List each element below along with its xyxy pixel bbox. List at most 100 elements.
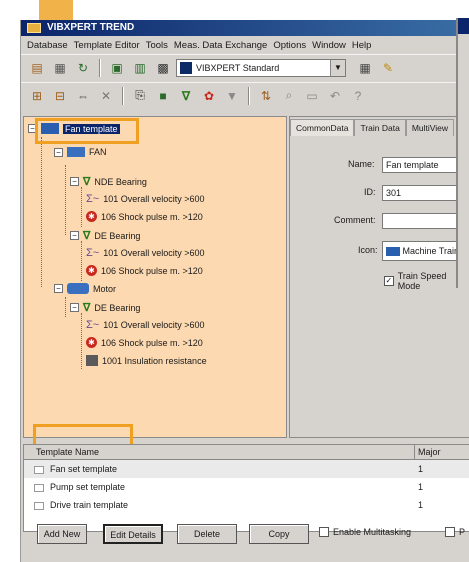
tab-commondata[interactable]: CommonData [290, 119, 355, 136]
highlight-tree-root [35, 118, 139, 144]
collapse-icon[interactable]: − [70, 231, 79, 240]
list-item-name: Drive train template [50, 500, 129, 510]
collapse-icon[interactable]: − [54, 147, 63, 157]
name-label: Name: [348, 159, 375, 169]
menu-help[interactable]: Help [352, 40, 372, 51]
collapse-icon[interactable]: − [70, 303, 79, 312]
bearing-icon: ∇ [83, 230, 91, 242]
tree-node-label: 106 Shock pulse m. >120 [101, 265, 203, 276]
list-item-name: Pump set template [50, 482, 126, 492]
sort-icon[interactable]: ⇅ [256, 86, 276, 106]
move-icon[interactable]: ⇔ [73, 86, 93, 106]
template-file-icon [34, 501, 44, 510]
filter-grey-icon[interactable]: ▼ [222, 86, 242, 106]
shock-pulse-icon: ✱ [86, 337, 97, 348]
main-toolbar: ▤ ▦ ↻ ▣ ▥ ▩ VIBXPERT Standard ▼ ▦ ✎ [21, 54, 469, 80]
bearing-icon: ∇ [83, 176, 91, 188]
secondary-window [456, 18, 469, 288]
delete-icon[interactable]: ✕ [96, 86, 116, 106]
app-icon [27, 23, 41, 33]
properties-panel: CommonData Train Data MultiView Name: Fa… [289, 116, 469, 438]
help-icon[interactable]: ? [348, 86, 368, 106]
template-file-icon [34, 483, 44, 492]
highlight-marker [39, 0, 73, 22]
edit-details-button[interactable]: Edit Details [103, 524, 163, 544]
menu-options[interactable]: Options [273, 40, 306, 51]
tree-node-label: FAN [89, 147, 107, 157]
add-node-icon[interactable]: ⊞ [27, 86, 47, 106]
store-icon[interactable]: ▩ [153, 58, 173, 78]
report-icon[interactable]: ▥ [130, 58, 150, 78]
chevron-down-icon[interactable]: ▼ [330, 59, 345, 76]
multitasking-checkbox[interactable] [319, 527, 329, 537]
tree-node-label: 101 Overall velocity >600 [103, 194, 205, 204]
database-icon[interactable]: ▦ [50, 58, 70, 78]
save-icon[interactable]: ▭ [302, 86, 322, 106]
menu-database[interactable]: Database [27, 40, 68, 51]
menu-bar: Database Template Editor Tools Meas. Dat… [21, 36, 469, 54]
tree-node-motor[interactable]: − Motor [54, 283, 116, 294]
copy-icon[interactable]: ⎘ [130, 86, 150, 106]
tree-meas-shock-pulse[interactable]: ✱ 106 Shock pulse m. >120 [86, 337, 203, 348]
tree-node-de-bearing[interactable]: − ∇ DE Bearing [70, 229, 140, 242]
main-window: VIBXPERT TREND Database Template Editor … [20, 20, 469, 562]
list-item[interactable]: Fan set template 1 [24, 460, 469, 478]
list-item[interactable]: Drive train template 1 [24, 496, 469, 514]
tree-meas-insulation[interactable]: 1001 Insulation resistance [86, 355, 207, 366]
collapse-icon[interactable]: − [70, 177, 79, 186]
menu-template-editor[interactable]: Template Editor [74, 40, 140, 51]
icon-label: Icon: [358, 245, 378, 255]
machine-train-icon [386, 247, 400, 257]
icon-select-value: Machine Train [402, 246, 460, 256]
tree-node-nde-bearing[interactable]: − ∇ NDE Bearing [70, 175, 147, 188]
list-item-version: 1 [418, 464, 424, 474]
menu-window[interactable]: Window [312, 40, 346, 51]
tree-icon[interactable]: ▤ [27, 58, 47, 78]
col-template-name[interactable]: Template Name [36, 445, 99, 460]
alarm-icon[interactable]: ✿ [199, 86, 219, 106]
menu-tools[interactable]: Tools [146, 40, 168, 51]
sigma-icon: Σ~ [86, 193, 100, 205]
window-title: VIBXPERT TREND [47, 22, 135, 33]
menu-meas-data-exchange[interactable]: Meas. Data Exchange [174, 40, 267, 51]
undo-icon[interactable]: ↶ [325, 86, 345, 106]
settings-icon[interactable]: ▦ [355, 58, 375, 78]
add-new-button[interactable]: Add New [37, 524, 87, 544]
edit-toolbar: ⊞ ⊟ ⇔ ✕ ⎘ ■ ∇ ✿ ▼ ⇅ ⌕ ▭ ↶ ? [21, 82, 469, 108]
device-select[interactable]: VIBXPERT Standard ▼ [176, 58, 346, 77]
tree-meas-shock-pulse[interactable]: ✱ 106 Shock pulse m. >120 [86, 265, 203, 276]
tree-meas-shock-pulse[interactable]: ✱ 106 Shock pulse m. >120 [86, 211, 203, 222]
tree-node-fan[interactable]: − FAN [54, 147, 107, 157]
shock-pulse-icon: ✱ [86, 265, 97, 276]
device-select-value: VIBXPERT Standard [196, 62, 280, 73]
tree-node-label: 106 Shock pulse m. >120 [101, 211, 203, 222]
tab-multiview[interactable]: MultiView [405, 119, 455, 136]
template-icon[interactable]: ▣ [107, 58, 127, 78]
tree-meas-velocity[interactable]: Σ~ 101 Overall velocity >600 [86, 193, 205, 205]
copy-button[interactable]: Copy [249, 524, 309, 544]
insert-node-icon[interactable]: ⊟ [50, 86, 70, 106]
train-speed-checkbox[interactable]: ✓ [384, 276, 394, 286]
list-item[interactable]: Pump set template 1 [24, 478, 469, 496]
template-list: Template Name Major Version Fan set temp… [23, 444, 469, 532]
list-header: Template Name Major Version [24, 445, 469, 475]
p-option-checkbox[interactable] [445, 527, 455, 537]
refresh-icon[interactable]: ↻ [73, 58, 93, 78]
find-icon[interactable]: ⌕ [279, 86, 299, 106]
secondary-window-title [458, 18, 469, 34]
comment-label: Comment: [334, 215, 376, 225]
tab-train-data[interactable]: Train Data [354, 119, 406, 136]
tree-node-label: Motor [93, 283, 117, 294]
tab-bar: CommonData Train Data MultiView [290, 119, 455, 136]
folder-icon[interactable]: ■ [153, 86, 173, 106]
tree-meas-velocity[interactable]: Σ~ 101 Overall velocity >600 [86, 247, 205, 259]
collapse-icon[interactable]: − [54, 284, 63, 293]
p-option-row[interactable]: P [445, 527, 465, 537]
wrench-icon[interactable]: ✎ [378, 58, 398, 78]
tree-meas-velocity[interactable]: Σ~ 101 Overall velocity >600 [86, 319, 205, 331]
filter-v-icon[interactable]: ∇ [176, 86, 196, 106]
multitasking-row[interactable]: Enable Multitasking [319, 527, 411, 537]
tree-node-de-bearing[interactable]: − ∇ DE Bearing [70, 301, 140, 314]
id-label: ID: [364, 187, 376, 197]
delete-button[interactable]: Delete [177, 524, 237, 544]
